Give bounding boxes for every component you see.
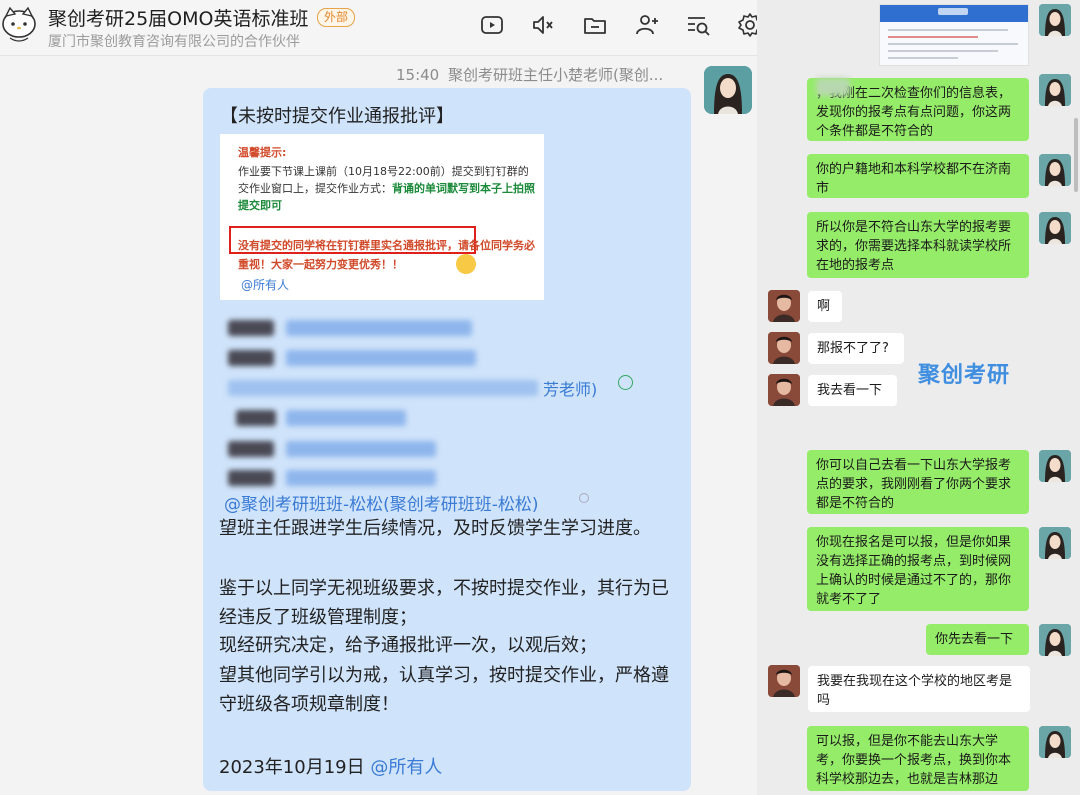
my-avatar[interactable] xyxy=(1039,624,1071,656)
group-chat-pane: 聚创考研25届OMO英语标准班 外部 厦门市聚创教育咨询有限公司的合作伙伴 15… xyxy=(0,0,757,795)
reminder-instructions: 作业要下节课上课前（10月18号22:00前）提交到钉钉群的交作业窗口上，提交作… xyxy=(238,163,538,214)
contact-avatar[interactable] xyxy=(768,374,800,406)
notice-paragraph: 鉴于以上同学无视班级要求，不按时提交作业，其行为已经违反了班级管理制度； xyxy=(219,578,669,628)
chat-message-received[interactable]: 我要在我现在这个学校的地区考是吗 xyxy=(808,666,1030,712)
watermark-text: 聚创考研 xyxy=(918,363,1011,388)
add-member-icon[interactable] xyxy=(634,12,660,38)
search-history-icon[interactable] xyxy=(685,12,711,38)
video-meeting-icon[interactable] xyxy=(479,12,505,38)
read-check-icon xyxy=(618,375,633,390)
chat-scrollbar[interactable] xyxy=(1074,118,1078,192)
my-avatar[interactable] xyxy=(1039,74,1071,106)
reminder-at-all: @所有人 xyxy=(241,278,290,292)
my-avatar[interactable] xyxy=(1039,726,1071,758)
chat-header: 聚创考研25届OMO英语标准班 外部 厦门市聚创教育咨询有限公司的合作伙伴 xyxy=(0,0,757,56)
my-avatar[interactable] xyxy=(1039,450,1071,482)
teacher-mention-tail[interactable]: 芳老师) xyxy=(543,376,597,400)
notice-paragraph: 望其他同学引以为戒，认真学习，按时提交作业，严格遵守班级各项规章制度！ xyxy=(219,665,669,715)
notice-date: 2023年10月19日 @所有人 xyxy=(219,753,442,779)
sender-avatar[interactable] xyxy=(704,66,752,114)
read-status-icon xyxy=(579,493,589,503)
notice-at-all[interactable]: @所有人 xyxy=(370,757,442,778)
contact-avatar[interactable] xyxy=(768,290,800,322)
redacted-mention xyxy=(286,441,436,457)
group-subtitle: 厦门市聚创教育咨询有限公司的合作伙伴 xyxy=(48,34,300,50)
my-avatar[interactable] xyxy=(1039,154,1071,186)
redacted-name xyxy=(228,441,274,457)
reminder-heading: 温馨提示: xyxy=(238,146,287,159)
chat-message-sent[interactable]: 可以报，但是你不能去山东大学考，你要换一个报考点，换到你本科学校那边去，也就是吉… xyxy=(807,726,1029,791)
redacted-name xyxy=(228,350,274,366)
chat-message-sent[interactable]: 你先去看一下 xyxy=(926,624,1029,655)
message-time: 15:40 xyxy=(396,66,440,84)
chat-message-sent[interactable]: 你现在报名是可以报，但是你如果没有选择正确的报考点，到时候网上确认的时候是通过不… xyxy=(807,527,1029,611)
chat-message-received[interactable]: 啊 xyxy=(808,291,842,322)
message-sender[interactable]: 聚创考研班主任小楚老师(聚创... xyxy=(448,66,663,84)
reminder-warning: 没有提交的同学将在钉钉群里实名通报批评，请各位同学务必重视！大家一起努力变更优秀… xyxy=(238,239,535,271)
chat-message-received[interactable]: 那报不了了? xyxy=(808,333,904,364)
my-avatar[interactable] xyxy=(1039,212,1071,244)
my-avatar[interactable] xyxy=(1039,4,1071,36)
document-thumbnail[interactable] xyxy=(879,4,1029,66)
redacted-name xyxy=(228,470,274,486)
redacted-mention xyxy=(286,410,406,426)
folder-icon[interactable] xyxy=(582,12,608,38)
chat-message-sent[interactable]: 你可以自己去看一下山东大学报考点的要求，我刚刚看了你两个要求都是不符合的 xyxy=(807,450,1029,514)
settings-icon[interactable] xyxy=(737,12,757,38)
redacted-name xyxy=(816,78,850,96)
my-avatar[interactable] xyxy=(1039,527,1071,559)
chat-message-sent[interactable]: 所以你是不符合山东大学的报考要求的，你需要选择本科就读学校所在地的报考点 xyxy=(807,212,1029,278)
chat-message-sent[interactable]: 你的户籍地和本科学校都不在济南市 xyxy=(807,154,1029,198)
notice-paragraph: 望班主任跟进学生后续情况，及时反馈学生学习进度。 xyxy=(219,518,651,539)
group-avatar[interactable] xyxy=(0,2,38,44)
redacted-name xyxy=(228,320,274,336)
external-badge: 外部 xyxy=(317,8,356,27)
notice-date-text: 2023年10月19日 xyxy=(219,757,365,778)
fist-emoji-icon xyxy=(456,254,476,274)
redacted-mention xyxy=(286,470,436,486)
notice-title: 【未按时提交作业通报批评】 xyxy=(220,106,454,127)
mute-icon[interactable] xyxy=(530,12,556,38)
notice-paragraph: 现经研究决定，给予通报批评一次，以观后效； xyxy=(219,635,597,656)
redacted-mention xyxy=(286,320,472,336)
message-meta: 15:40 聚创考研班主任小楚老师(聚创... xyxy=(396,64,681,85)
redacted-mention xyxy=(228,380,538,396)
group-title[interactable]: 聚创考研25届OMO英语标准班 xyxy=(48,4,308,31)
chat-message-received[interactable]: 我去看一下 xyxy=(808,375,897,406)
class-manager-mention[interactable]: @聚创考研班班-松松(聚创考研班班-松松) xyxy=(224,490,539,515)
contact-avatar[interactable] xyxy=(768,665,800,697)
contact-avatar[interactable] xyxy=(768,332,800,364)
redacted-name xyxy=(236,410,276,426)
redacted-mention xyxy=(286,350,476,366)
